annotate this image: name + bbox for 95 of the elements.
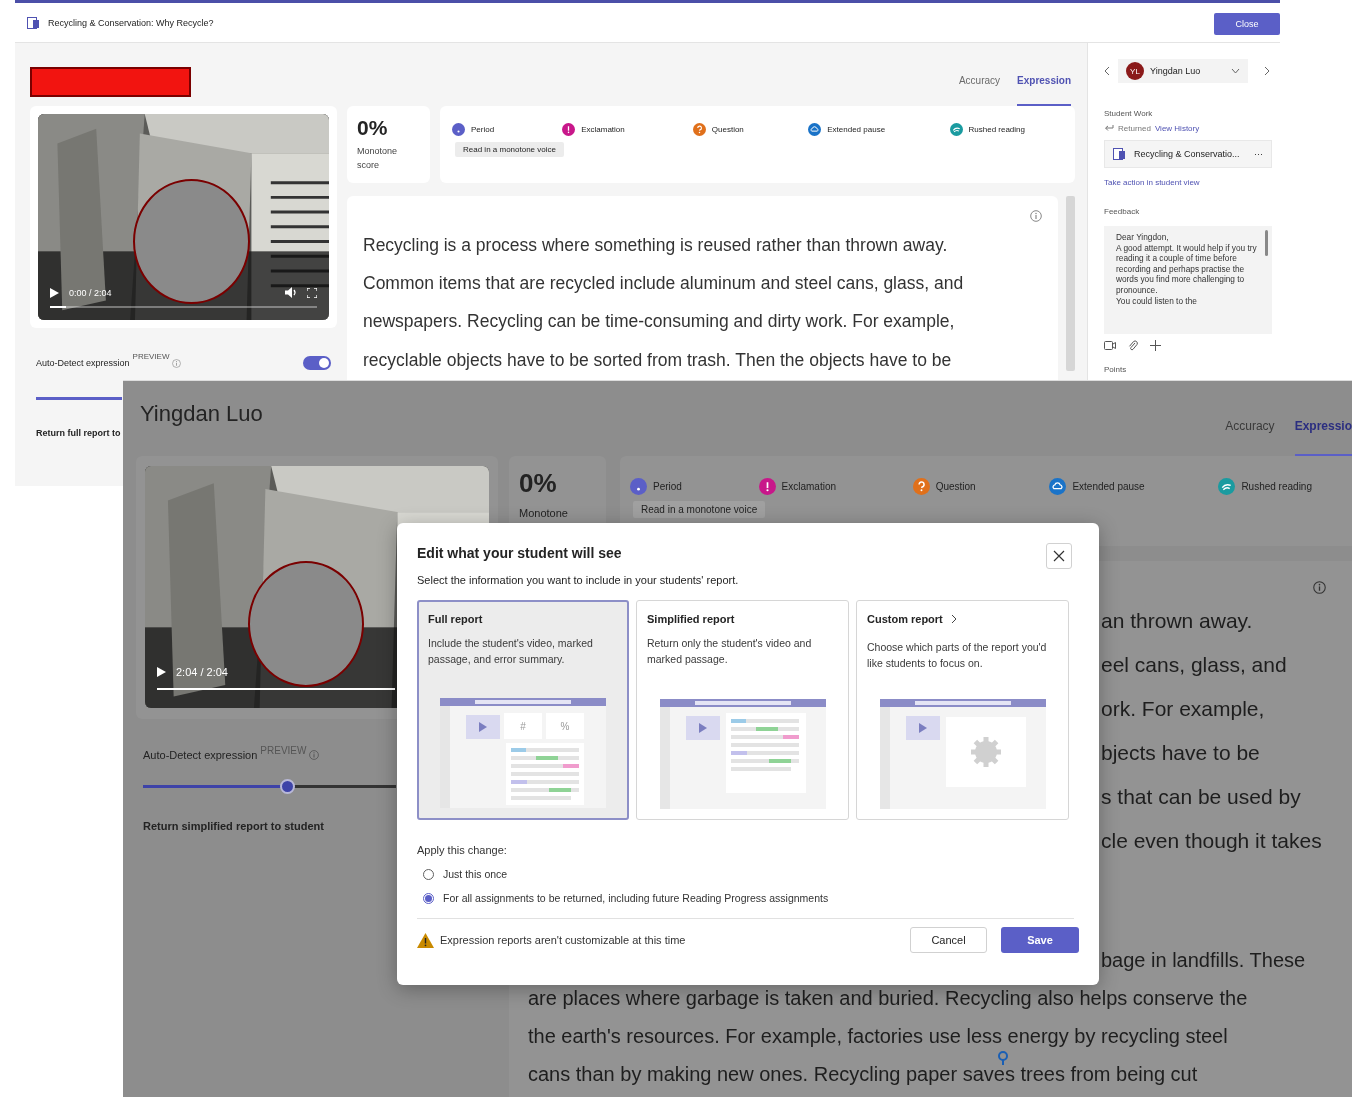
- passage-line: recyclable objects have to be sorted from trash. Then the objects have to be: [363, 348, 953, 372]
- section-label: Student Work: [1104, 109, 1154, 118]
- report-option-card[interactable]: Custom report Choose which parts of the report you'd like students to focus on.: [856, 600, 1069, 820]
- legend-label: Rushed reading: [968, 125, 1025, 134]
- save-button[interactable]: Save: [1001, 927, 1079, 953]
- plus-icon[interactable]: [1150, 340, 1161, 351]
- legend-chip: Read in a monotone voice: [455, 142, 564, 157]
- play-icon[interactable]: [50, 287, 59, 298]
- legend-label: Period: [653, 481, 682, 492]
- close-icon: [1053, 550, 1065, 562]
- radio-option[interactable]: Just this once: [417, 868, 1079, 880]
- passage-line: newspapers. Recycling can be time-consuming and dirty work. For example,: [363, 310, 956, 334]
- student-selector[interactable]: YL Yingdan Luo: [1118, 59, 1248, 83]
- section-label: Feedback: [1104, 207, 1141, 216]
- option-title: Full report: [428, 613, 483, 625]
- passage-line: eel cans, glass, and: [1101, 652, 1287, 678]
- slider[interactable]: [143, 779, 396, 794]
- passage-line: bjects have to be: [1101, 740, 1260, 766]
- dialog-subtitle: Select the information you want to include in your students' report.: [417, 574, 740, 586]
- passage-line: the earth's resources. For example, factories use less energy by recycling steel: [528, 1024, 1228, 1049]
- info-icon[interactable]: [1313, 581, 1326, 594]
- history-link[interactable]: View History: [1154, 124, 1200, 133]
- section-label: Points: [1104, 365, 1128, 374]
- legend-label: Extended pause: [1072, 481, 1145, 492]
- toggle-switch[interactable]: [303, 356, 331, 370]
- fullscreen-icon[interactable]: [307, 287, 317, 298]
- option-description: Return only the student's video and marked passage.: [647, 636, 813, 667]
- score-label: Monotone score: [357, 145, 399, 172]
- legend-label: Exclamation: [581, 125, 625, 134]
- option-title: Custom report: [867, 613, 943, 625]
- chevron-left-icon[interactable]: [1104, 66, 1110, 76]
- preview-label: PREVIEW: [260, 745, 307, 756]
- score-label: Monotone: [519, 507, 569, 519]
- file-name: Recycling & Conservatio...: [1134, 149, 1241, 159]
- status-text: Returned: [1118, 124, 1151, 133]
- radio-option[interactable]: For all assignments to be returned, including future Reading Progress assignments: [417, 892, 1079, 904]
- cancel-button[interactable]: Cancel: [910, 927, 987, 953]
- legend-label: Rushed reading: [1241, 481, 1312, 492]
- chevron-right-icon[interactable]: [1264, 66, 1270, 76]
- book-icon: [1113, 148, 1126, 160]
- tab[interactable]: Accuracy: [958, 64, 1001, 106]
- passage-line: s that can be used by: [1101, 784, 1301, 810]
- video-time: 0:00 / 2:04: [69, 287, 113, 298]
- passage-line: cle even though it takes: [1101, 828, 1322, 854]
- setting-label: Auto-Detect expression: [36, 358, 130, 368]
- window-title: Recycling & Conservation: Why Recycle?: [48, 17, 215, 28]
- chevron-down-icon: [1231, 68, 1240, 74]
- feedback-field[interactable]: Dear Yingdon, A good attempt. It would help if you try reading it a couple of time before recording and perhaps practise the words you find more challenging to pronounce. You could listen to the: [1104, 226, 1272, 334]
- volume-icon[interactable]: [285, 287, 297, 298]
- avatar: YL: [1126, 62, 1144, 80]
- legend-label: Extended pause: [827, 125, 886, 134]
- attachment-card[interactable]: Recycling & Conservatio... ···: [1104, 140, 1272, 168]
- tab[interactable]: Accuracy: [1225, 406, 1275, 456]
- legend-label: Question: [711, 125, 744, 134]
- video-icon[interactable]: [1104, 341, 1116, 350]
- chevron-right-icon: [950, 614, 957, 624]
- more-icon[interactable]: ···: [1254, 149, 1263, 159]
- close-button[interactable]: Close: [1214, 13, 1280, 35]
- passage-line: Recycling is a process where something is reused rather than thrown away.: [363, 234, 949, 257]
- option-description: Include the student's video, marked passage, and error summary.: [428, 636, 594, 667]
- student-name: Yingdan Luo: [140, 401, 263, 428]
- passage-line: an thrown away.: [1101, 608, 1253, 634]
- legend-label: Period: [471, 125, 495, 134]
- legend-label: Exclamation: [781, 481, 836, 492]
- video-time: 2:04 / 2:04: [176, 666, 229, 678]
- return-arrow-icon: [1104, 125, 1114, 132]
- paperclip-icon[interactable]: [1128, 340, 1138, 351]
- scrollbar[interactable]: [1066, 196, 1075, 371]
- score-value: 0%: [519, 468, 558, 499]
- report-option-card[interactable]: Full report Include the student's video, marked passage, and error summary. # %: [417, 600, 629, 820]
- action-link[interactable]: Take action in student view: [1104, 178, 1200, 187]
- setting-label: Return full report to: [36, 428, 122, 438]
- legend-label: Question: [935, 481, 976, 492]
- tile-symbol: #: [520, 721, 526, 732]
- option-title: Simplified report: [647, 613, 735, 625]
- score-value: 0%: [357, 116, 389, 140]
- report-option-card[interactable]: Simplified report Return only the student's video and marked passage.: [636, 600, 849, 820]
- warning-icon: [417, 932, 434, 948]
- passage-line: cans than by making new ones. Recycling paper saves trees from being cut: [528, 1055, 1198, 1093]
- tile-symbol: %: [560, 721, 570, 732]
- preview-label: PREVIEW: [132, 352, 170, 361]
- option-description: Choose which parts of the report you'd like students to focus on.: [867, 640, 1048, 671]
- setting-label: Auto-Detect expression: [143, 749, 258, 761]
- passage-line: are places where garbage is taken and buried. Recycling also helps conserve the: [528, 986, 1248, 1011]
- passage-line: ork. For example,: [1101, 696, 1265, 722]
- book-icon: [27, 16, 40, 29]
- section-label: Apply this change:: [417, 844, 508, 856]
- dialog-title: Edit what your student will see: [417, 545, 622, 561]
- setting-label: Return simplified report to student: [143, 820, 325, 832]
- close-button[interactable]: [1046, 543, 1072, 569]
- info-icon[interactable]: [1030, 210, 1042, 222]
- warning-text: Expression reports aren't customizable at this time: [440, 934, 687, 946]
- passage-line: bage in landfills. These: [1101, 948, 1306, 973]
- passage-line: Common items that are recycled include aluminum and steel cans, glass, and: [363, 272, 965, 296]
- legend-chip: Read in a monotone voice: [633, 501, 766, 518]
